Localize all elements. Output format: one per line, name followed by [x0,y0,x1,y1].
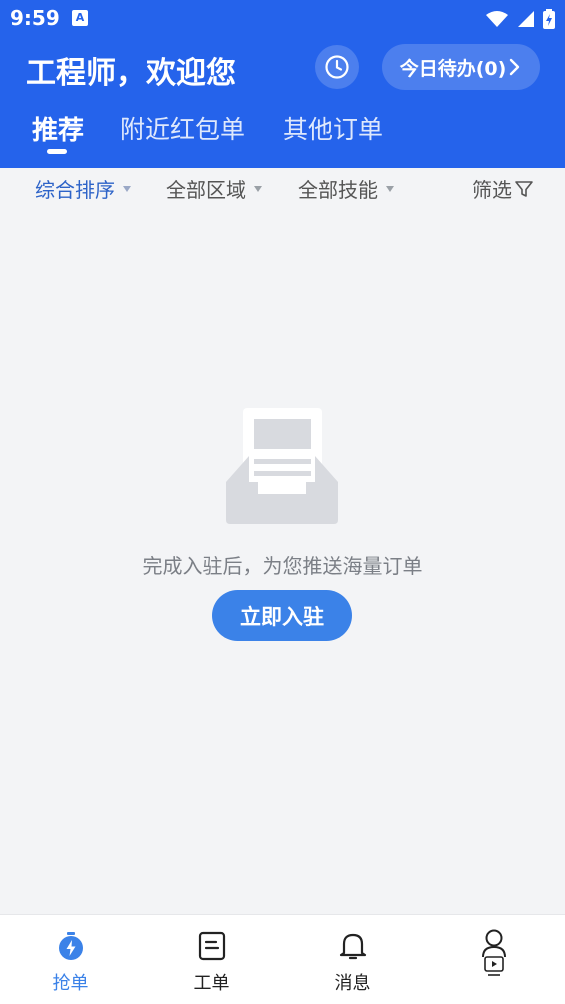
bottom-nav: 抢单 工单 消息 [0,914,565,1004]
signal-icon [518,11,534,27]
filter-button[interactable]: 筛选 [472,174,534,203]
grab-order-icon [58,932,83,960]
caret-down-icon [254,185,262,192]
clock-icon [325,55,349,79]
status-indicators [485,8,555,30]
nav-label-grab-order: 抢单 [52,973,89,994]
caret-down-icon [123,185,131,192]
area-label: 全部区域 [166,178,246,202]
tab-recommended[interactable]: 推荐 [32,110,84,147]
today-todo-button[interactable]: 今日待办(0) [382,44,540,90]
nav-messages[interactable]: 消息 [282,915,423,1004]
area-dropdown[interactable]: 全部区域 [166,174,262,203]
empty-state-message: 完成入驻后，为您推送海量订单 [142,554,423,578]
app-page: 9:59 A 工程师，欢迎您 今日待办(0) 推荐 附近红包单 其他订单 综合排… [0,0,565,1004]
skill-dropdown[interactable]: 全部技能 [298,174,394,203]
join-now-button[interactable]: 立即入驻 [212,590,352,641]
greeting-title: 工程师，欢迎您 [26,56,236,91]
today-todo-label: 今日待办(0) [399,57,507,80]
tab-other-orders[interactable]: 其他订单 [283,110,383,146]
nav-work-order[interactable]: 工单 [141,915,282,1004]
chevron-right-icon [510,58,520,76]
history-button[interactable] [315,45,359,89]
header: 9:59 A 工程师，欢迎您 今日待办(0) 推荐 附近红包单 其他订单 [0,0,565,168]
order-tabs: 推荐 附近红包单 其他订单 [0,108,565,164]
app-notification-icon: A [72,10,88,26]
nav-label-work-order: 工单 [193,973,230,994]
filter-bar: 综合排序 全部区域 全部技能 筛选 [0,168,565,208]
nav-profile[interactable] [423,915,564,1004]
tab-nearby-red-packet[interactable]: 附近红包单 [120,110,245,146]
nav-grab-order[interactable]: 抢单 [0,915,141,1004]
funnel-icon [515,180,533,197]
active-tab-indicator [47,149,67,154]
sort-dropdown[interactable]: 综合排序 [35,174,131,203]
empty-inbox-icon [226,408,338,524]
sort-label: 综合排序 [35,178,115,202]
work-order-icon [198,931,225,961]
battery-icon [543,9,555,29]
skill-label: 全部技能 [298,178,378,202]
status-time: 9:59 [10,6,60,30]
caret-down-icon [386,185,394,192]
nav-label-messages: 消息 [334,973,371,994]
filter-label: 筛选 [472,178,512,202]
profile-icon [481,929,506,976]
status-bar: 9:59 A [0,0,565,38]
bell-icon [339,933,366,960]
wifi-icon [486,11,508,27]
